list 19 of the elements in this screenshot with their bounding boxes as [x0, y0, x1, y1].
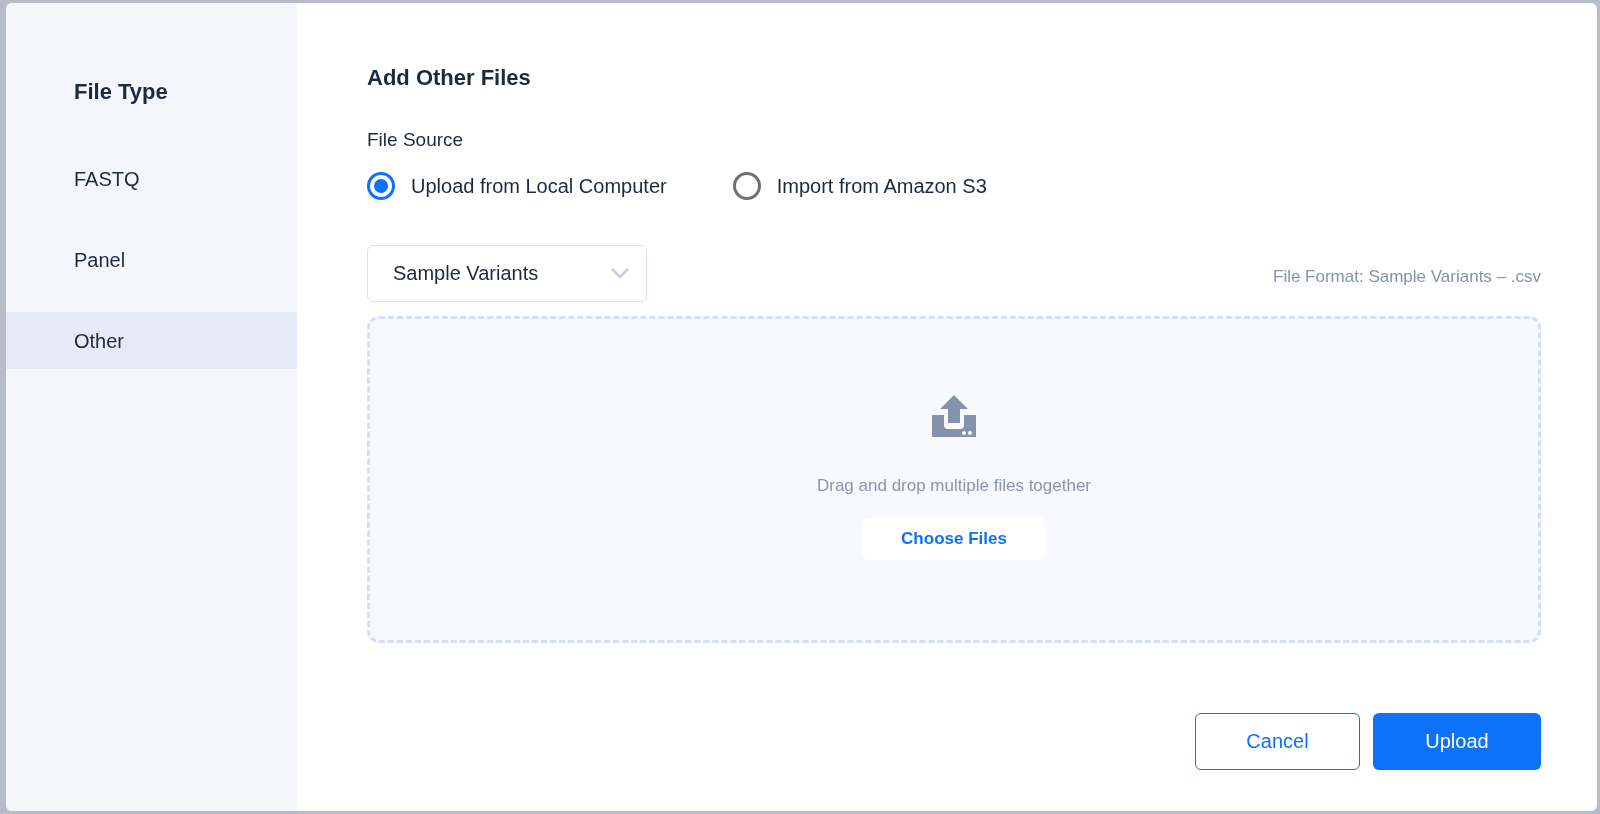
sidebar-item[interactable]: FASTQ — [6, 150, 297, 207]
radio-label[interactable]: Upload from Local Computer — [411, 170, 667, 201]
choose-files-button[interactable]: Choose Files — [862, 518, 1046, 560]
dialog-title: Add Other Files — [367, 64, 532, 92]
dropzone[interactable]: Drag and drop multiple files together Choose Files — [367, 315, 1541, 643]
upload-icon — [930, 392, 978, 439]
file-source-label: File Source — [367, 128, 465, 152]
radio-label[interactable]: Import from Amazon S3 — [776, 170, 987, 201]
file-type-dropdown[interactable]: Sample Variants — [367, 244, 647, 302]
sidebar-item[interactable]: Other — [6, 312, 297, 369]
cancel-button[interactable]: Cancel — [1195, 712, 1360, 770]
radio-button[interactable] — [732, 171, 761, 200]
dropzone-hint: Drag and drop multiple files together — [816, 474, 1091, 497]
sidebar-item[interactable]: Panel — [6, 231, 297, 288]
upload-button[interactable]: Upload — [1373, 712, 1541, 770]
sidebar-title: File Type — [73, 78, 169, 106]
radio-button[interactable] — [367, 171, 395, 200]
file-format-text: File Format: Sample Variants – .csv — [1273, 266, 1541, 288]
chevron-down-icon — [610, 267, 630, 279]
